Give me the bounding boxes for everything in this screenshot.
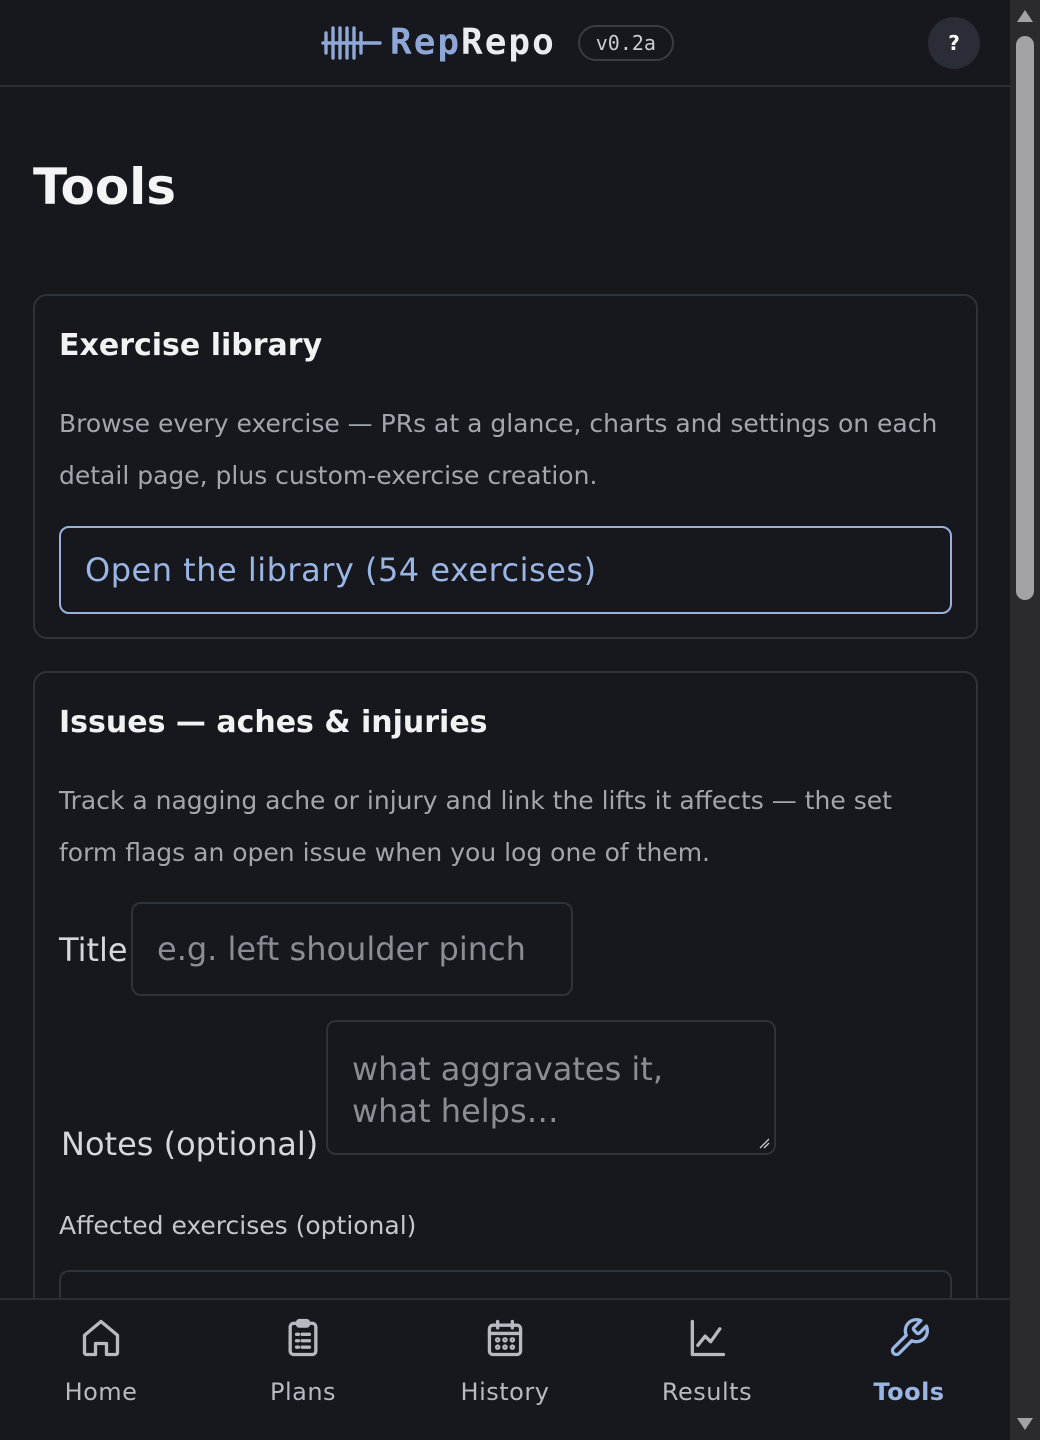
nav-label: Home (64, 1378, 138, 1406)
scroll-up-arrow-icon[interactable] (1017, 10, 1033, 22)
scroll-thumb[interactable] (1016, 36, 1034, 600)
card-title: Exercise library (59, 328, 323, 363)
card-description: Track a nagging ache or injury and link … (59, 786, 892, 867)
help-button[interactable]: ? (928, 17, 980, 69)
nav-item-history[interactable]: History (404, 1300, 606, 1440)
brand-name-part-2: Repo (461, 22, 556, 63)
issue-notes-textarea[interactable]: what aggravates it, what helps… (326, 1020, 776, 1155)
page-title: Tools (33, 158, 177, 216)
nav-label: Tools (873, 1378, 945, 1406)
home-icon (82, 1319, 120, 1357)
issues-card: Issues — aches & injuries Track a naggin… (33, 671, 978, 1371)
card-description: Browse every exercise — PRs at a glance,… (59, 409, 938, 490)
barbell-logo-icon (321, 25, 382, 60)
version-badge: v0.2a (577, 24, 674, 61)
nav-label: History (460, 1378, 550, 1406)
nav-item-results[interactable]: Results (606, 1300, 808, 1440)
brand-name-part-1: Rep (390, 22, 462, 63)
scroll-down-arrow-icon[interactable] (1017, 1418, 1033, 1430)
notes-placeholder: what aggravates it, what helps… (352, 1050, 664, 1130)
wrench-icon (890, 1318, 929, 1357)
affected-exercises-label: Affected exercises (optional) (59, 1211, 417, 1240)
page-scrollbar[interactable] (1010, 0, 1040, 1440)
nav-item-home[interactable]: Home (0, 1300, 202, 1440)
card-title: Issues — aches & injuries (59, 705, 488, 740)
top-bar: RepRepo v0.2a ? (0, 0, 1010, 87)
nav-item-tools[interactable]: Tools (808, 1300, 1010, 1440)
brand[interactable]: RepRepo v0.2a (320, 22, 674, 63)
calendar-icon (487, 1319, 523, 1357)
nav-label: Results (661, 1378, 753, 1406)
issue-title-input[interactable]: e.g. left shoulder pinch (131, 902, 573, 996)
chart-icon (690, 1319, 726, 1357)
app-name: RepRepo (390, 22, 556, 63)
open-library-button[interactable]: Open the library (54 exercises) (59, 526, 952, 614)
app-root: RepRepo v0.2a ? Tools Exercise library B… (0, 0, 1010, 1440)
bottom-nav: Home Plans History Results Tools (0, 1298, 1010, 1440)
nav-label: Plans (269, 1378, 337, 1406)
title-label: Title (59, 931, 128, 969)
nav-item-plans[interactable]: Plans (202, 1300, 404, 1440)
notes-label: Notes (optional) (61, 1125, 319, 1163)
clipboard-icon (288, 1318, 318, 1357)
exercise-library-card: Exercise library Browse every exercise —… (33, 294, 978, 639)
resize-grip-icon[interactable] (758, 1137, 770, 1149)
